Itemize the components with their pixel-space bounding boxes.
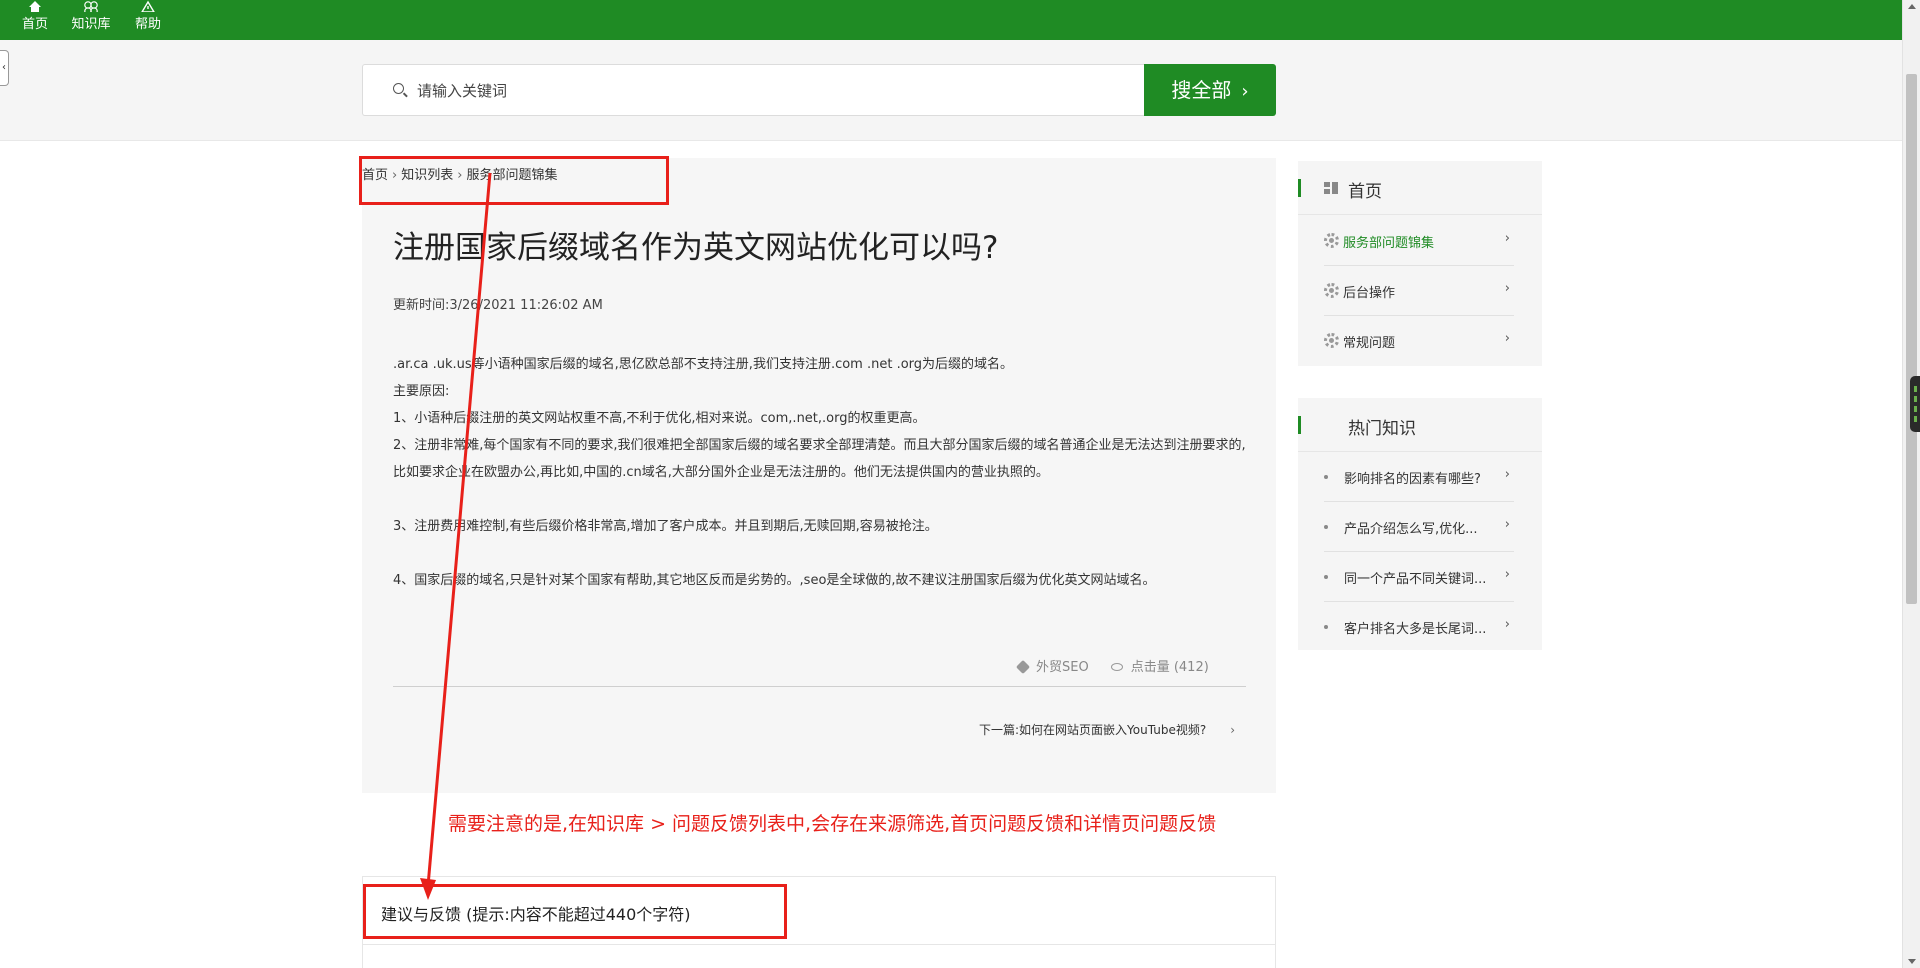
scroll-down-arrow-icon[interactable] xyxy=(1908,959,1916,964)
annotation-note: 需要注意的是,在知识库 > 问题反馈列表中,会存在来源筛选,首页问题反馈和详情页… xyxy=(448,813,1217,835)
scroll-up-arrow-icon[interactable] xyxy=(1908,4,1916,9)
scrollbar-thumb[interactable] xyxy=(1906,74,1917,604)
floating-side-widget[interactable] xyxy=(1910,376,1920,432)
page-scrollbar[interactable] xyxy=(1902,0,1920,968)
